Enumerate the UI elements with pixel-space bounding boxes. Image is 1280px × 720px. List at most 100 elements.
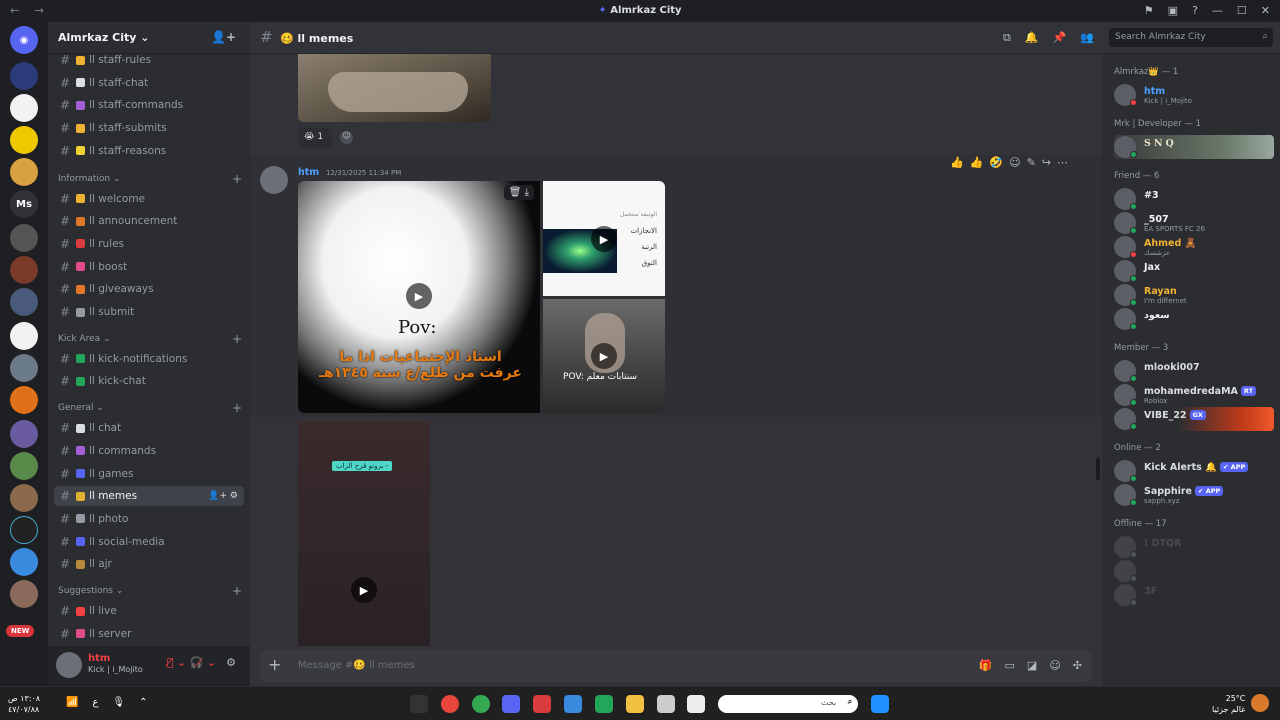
- help-icon[interactable]: ?: [1192, 4, 1198, 17]
- mic-icon[interactable]: 🎙: [112, 697, 125, 708]
- member-item[interactable]: #3: [1114, 187, 1274, 213]
- close-icon[interactable]: ✕: [1261, 4, 1270, 17]
- channel-server[interactable]: # ll server: [54, 624, 244, 644]
- chrome-icon[interactable]: [471, 695, 490, 713]
- avatar[interactable]: [260, 166, 288, 194]
- channel-commands[interactable]: # ll commands: [54, 441, 244, 461]
- gift-icon[interactable]: 🎁: [979, 659, 993, 672]
- app-icon[interactable]: [687, 695, 706, 713]
- emoji-icon[interactable]: ☺: [1049, 659, 1060, 672]
- add-channel-icon[interactable]: +: [232, 401, 242, 415]
- channel-games[interactable]: # ll games: [54, 464, 244, 484]
- search-input[interactable]: Search Almrkaz City ⌕: [1109, 28, 1273, 47]
- chevron-up-icon[interactable]: ⌃: [139, 697, 147, 708]
- channel-announcement[interactable]: # ll announcement: [54, 211, 244, 231]
- member-item[interactable]: htm Kick | i_Mojito: [1114, 83, 1274, 109]
- mute-icon[interactable]: 🎙̸ ⌄: [167, 656, 186, 669]
- server-icon[interactable]: [10, 288, 38, 316]
- reaction-pill[interactable]: 😭 1: [298, 128, 332, 148]
- maximize-icon[interactable]: ☐: [1237, 4, 1247, 17]
- server-icon[interactable]: [10, 420, 38, 448]
- more-icon[interactable]: ⋯: [1057, 156, 1068, 169]
- scrollbar[interactable]: [1096, 458, 1100, 480]
- app-icon[interactable]: [410, 695, 428, 713]
- server-icon[interactable]: [10, 126, 38, 154]
- category-general[interactable]: General ⌄ +: [58, 401, 242, 415]
- chrome-icon[interactable]: [440, 695, 459, 713]
- server-icon[interactable]: [10, 322, 38, 350]
- member-item[interactable]: ! DTQR: [1114, 535, 1274, 561]
- edit-icon[interactable]: ✎: [1027, 156, 1036, 169]
- channel-social-media[interactable]: # ll social-media: [54, 532, 244, 552]
- add-reaction-icon[interactable]: ☺: [340, 131, 353, 144]
- channel-ajr[interactable]: # ll ajr: [54, 554, 244, 574]
- channel-staff-rules[interactable]: # ll staff-rules: [54, 50, 244, 70]
- channel-staff-commands[interactable]: # ll staff-commands: [54, 95, 244, 115]
- discord-home-icon[interactable]: ◉: [10, 26, 38, 54]
- wifi-icon[interactable]: 📶: [66, 697, 78, 708]
- video-attachment[interactable]: 🗑 ⤓ ▶ Pov: استاذ الإجتماعيات اذا ما عرفت…: [298, 181, 540, 413]
- add-reaction-icon[interactable]: ☺: [1009, 156, 1020, 169]
- inbox-icon[interactable]: ⚑: [1144, 4, 1154, 17]
- app-icon[interactable]: [564, 695, 583, 713]
- add-member-icon[interactable]: 👤+: [211, 30, 236, 44]
- member-item[interactable]: 3F: [1114, 583, 1274, 609]
- add-attachment-icon[interactable]: +: [268, 655, 281, 674]
- channel-staff-reasons[interactable]: # ll staff-reasons: [54, 141, 244, 161]
- thumbs-up-icon[interactable]: 👍: [970, 156, 984, 169]
- minimize-icon[interactable]: —: [1212, 4, 1223, 17]
- server-icon[interactable]: [10, 62, 38, 90]
- channel-giveaways[interactable]: # ll giveaways: [54, 279, 244, 299]
- member-item[interactable]: [1114, 559, 1274, 585]
- channel-live[interactable]: # ll live: [54, 601, 244, 621]
- add-channel-icon[interactable]: +: [232, 332, 242, 346]
- member-item[interactable]: mohamedredaMA RT Roblox: [1114, 383, 1274, 409]
- app-icon[interactable]: [594, 695, 613, 713]
- server-icon[interactable]: [10, 484, 38, 512]
- server-icon[interactable]: [10, 386, 38, 414]
- member-item[interactable]: سعود: [1114, 307, 1274, 333]
- add-channel-icon[interactable]: +: [232, 172, 242, 186]
- server-icon[interactable]: [10, 452, 38, 480]
- member-item[interactable]: Jax: [1114, 259, 1274, 285]
- download-icon[interactable]: ⤓: [525, 187, 529, 198]
- apps-icon[interactable]: ✣: [1073, 659, 1082, 672]
- threads-icon[interactable]: ⧉: [1003, 31, 1011, 44]
- member-item[interactable]: Kick Alerts 🔔 ✔ APP: [1114, 459, 1274, 485]
- taskbar-search[interactable]: بحث ⌕: [718, 695, 859, 713]
- windows-icon[interactable]: [871, 695, 890, 713]
- member-item[interactable]: Ahmed 🧸 عزشسك: [1114, 235, 1274, 261]
- channel-kick-notifications[interactable]: # ll kick-notifications: [54, 349, 244, 369]
- gif-icon[interactable]: ▭: [1005, 659, 1015, 672]
- app-icon[interactable]: [533, 695, 552, 713]
- channel-tools[interactable]: 👤+ ⚙: [208, 491, 238, 501]
- deafen-icon[interactable]: 🎧̸ ⌄: [190, 656, 216, 669]
- avatar[interactable]: [56, 652, 82, 678]
- channel-rules[interactable]: # ll rules: [54, 234, 244, 254]
- category-suggestions[interactable]: Suggestions ⌄ +: [58, 584, 242, 598]
- channel-submit[interactable]: # ll submit: [54, 302, 244, 322]
- sticker-icon[interactable]: ◪: [1027, 659, 1037, 672]
- bell-icon[interactable]: 🔔: [1025, 31, 1039, 44]
- store-icon[interactable]: [656, 695, 675, 713]
- channel-staff-chat[interactable]: # ll staff-chat: [54, 73, 244, 93]
- message-input[interactable]: + Message #🥴 ll memes 🎁 ▭ ◪ ☺ ✣: [260, 650, 1092, 682]
- server-icon[interactable]: Ms: [10, 190, 38, 218]
- discord-icon[interactable]: [502, 695, 521, 713]
- play-icon[interactable]: ▶: [591, 343, 617, 369]
- clock[interactable]: ١٣:٠٨ ص ٤٧/٠٧/٨٨: [8, 693, 40, 715]
- server-icon[interactable]: [10, 354, 38, 382]
- channel-welcome[interactable]: # ll welcome: [54, 189, 244, 209]
- channel-boost[interactable]: # ll boost: [54, 257, 244, 277]
- channel-chat[interactable]: # ll chat: [54, 418, 244, 438]
- pin-icon[interactable]: 📌: [1053, 31, 1067, 44]
- category-information[interactable]: Information ⌄ +: [58, 172, 242, 186]
- laugh-icon[interactable]: 🤣: [989, 156, 1003, 169]
- server-icon[interactable]: [10, 516, 38, 544]
- channel-memes[interactable]: # ll memes 👤+ ⚙: [54, 486, 244, 507]
- thumbs-up-icon[interactable]: 👍: [950, 156, 964, 169]
- window-controls[interactable]: ⚑ ▣? — ☐ ✕: [1130, 4, 1270, 17]
- lang-icon[interactable]: ع: [92, 697, 98, 708]
- video-attachment[interactable]: برونو قرح الراب - ▶: [298, 421, 430, 646]
- members-icon[interactable]: 👥: [1080, 31, 1094, 44]
